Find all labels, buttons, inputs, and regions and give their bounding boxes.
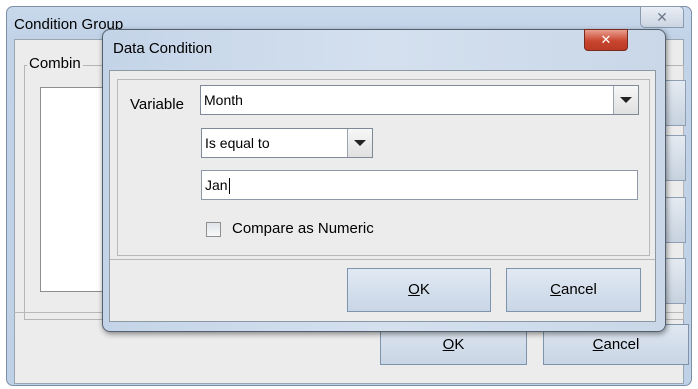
side-button[interactable]: [664, 135, 686, 181]
ok-label: K: [419, 281, 430, 298]
value-input[interactable]: Jan: [201, 170, 638, 200]
compare-numeric-label: Compare as Numeric: [232, 220, 374, 237]
dialog-title: Data Condition: [113, 40, 213, 57]
variable-label: Variable: [130, 96, 184, 113]
side-button[interactable]: [664, 80, 686, 126]
ok-label: K: [454, 336, 465, 353]
operator-value: Is equal to: [205, 135, 270, 151]
cancel-mnemonic: C: [592, 336, 604, 353]
compare-numeric-checkbox[interactable]: [206, 222, 221, 237]
operator-dropdown[interactable]: Is equal to: [201, 128, 373, 158]
combination-group-label: Combin: [27, 55, 83, 72]
close-icon[interactable]: ✕: [584, 29, 628, 51]
cancel-label: ancel: [560, 281, 597, 298]
text-caret: [228, 178, 230, 195]
chevron-down-icon[interactable]: [347, 129, 372, 157]
chevron-down-icon[interactable]: [613, 86, 638, 114]
value-text: Jan: [205, 177, 228, 193]
ok-mnemonic: O: [408, 281, 420, 298]
side-button[interactable]: [664, 258, 686, 304]
variable-dropdown[interactable]: Month: [200, 85, 639, 115]
divider: [110, 259, 655, 260]
side-button[interactable]: [664, 197, 686, 243]
variable-value: Month: [204, 92, 243, 108]
data-condition-dialog: Data Condition ✕ Variable Month Is equal…: [102, 29, 666, 332]
dialog-body: Variable Month Is equal to Jan Compare a…: [109, 70, 656, 322]
ok-button[interactable]: OK: [347, 268, 491, 312]
ok-mnemonic: O: [442, 336, 455, 353]
close-icon[interactable]: ✕: [640, 6, 684, 28]
cancel-mnemonic: C: [550, 281, 561, 298]
cancel-label: ancel: [603, 336, 640, 353]
cancel-button[interactable]: Cancel: [506, 268, 641, 312]
